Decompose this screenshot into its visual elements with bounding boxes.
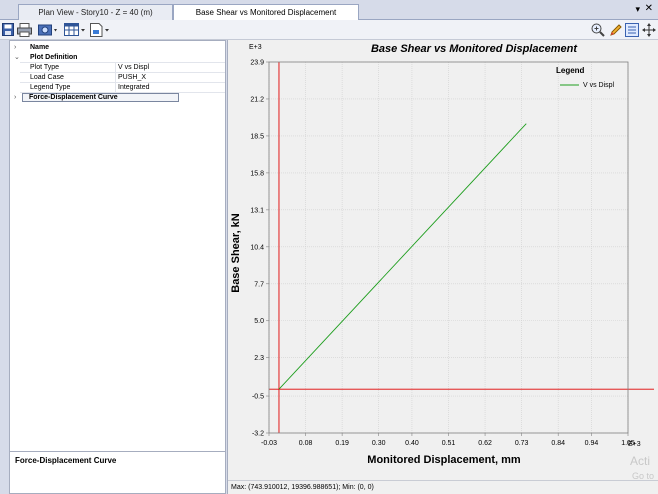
watermark-line2: Go to <box>632 471 655 481</box>
x-axis-label: Monitored Displacement, mm <box>367 454 521 466</box>
tab-plan-view[interactable]: Plan View - Story10 - Z = 40 (m) <box>18 4 173 20</box>
series-line-v-vs-displ <box>278 123 527 390</box>
y-tick-label: -3.2 <box>252 431 264 438</box>
prop-value[interactable]: V vs Displ <box>118 63 149 72</box>
y-tick-label: 23.9 <box>250 60 264 67</box>
x-scale-label: E+3 <box>628 441 641 448</box>
prop-value[interactable]: PUSH_X <box>118 73 146 82</box>
prop-group-force-displacement[interactable]: › Force-Displacement Curve <box>10 93 225 102</box>
group-label: Force-Displacement Curve <box>22 93 179 102</box>
collapsed-chevron-icon[interactable]: › <box>14 43 16 52</box>
y-tick-label: 21.2 <box>250 96 264 103</box>
group-label: Plot Definition <box>30 54 78 61</box>
property-description: Force-Displacement Curve <box>15 456 117 465</box>
x-tick-label: -0.03 <box>261 440 277 447</box>
panel-splitter[interactable] <box>10 451 225 452</box>
x-tick-label: 0.51 <box>442 440 456 447</box>
properties-icon[interactable] <box>625 23 639 37</box>
tab-strip: Plan View - Story10 - Z = 40 (m) Base Sh… <box>0 0 658 20</box>
prop-key: Plot Type <box>30 64 60 71</box>
status-bar: Max: (743.910012, 19396.988651); Min: (0… <box>228 480 658 494</box>
prop-name-label: Name <box>30 44 50 51</box>
y-tick-label: 7.7 <box>254 281 264 288</box>
plot-canvas[interactable]: -0.03 0.08 0.19 0.30 0.40 0.51 0.62 0.73 0.84 0.9… <box>228 40 658 480</box>
plot-window: -0.03 0.08 0.19 0.30 0.40 0.51 0.62 0.73 0.84 0.9… <box>227 40 658 494</box>
grid <box>266 61 629 436</box>
property-panel: › Name ⌄ Plot Definition Plot Type V vs … <box>9 40 226 494</box>
app-window: Plan View - Story10 - Z = 40 (m) Base Sh… <box>0 0 658 494</box>
column-divider <box>115 62 116 93</box>
y-axis-label: Base Shear, kN <box>230 213 242 293</box>
x-tick-label: 0.73 <box>515 440 529 447</box>
watermark-line1: Acti <box>630 454 651 468</box>
x-tick-labels: -0.03 0.08 0.19 0.30 0.40 0.51 0.62 0.73 0.84 0.9… <box>261 440 635 447</box>
table-icon[interactable] <box>64 23 86 37</box>
series-layer <box>278 123 527 390</box>
expanded-chevron-icon[interactable]: ⌄ <box>14 53 20 62</box>
x-tick-label: 0.30 <box>372 440 386 447</box>
legend-entry-v-vs-displ: V vs Displ <box>583 82 615 89</box>
export-icon[interactable] <box>90 23 110 37</box>
collapsed-chevron-icon[interactable]: › <box>14 93 16 102</box>
y-tick-label: 13.1 <box>250 207 264 214</box>
pan-icon[interactable] <box>642 23 656 37</box>
tab-base-shear-plot[interactable]: Base Shear vs Monitored Displacement <box>173 4 359 20</box>
x-tick-label: 0.40 <box>405 440 419 447</box>
chart-title: Base Shear vs Monitored Displacement <box>371 43 578 55</box>
x-tick-label: 0.08 <box>299 440 313 447</box>
zoom-icon[interactable] <box>591 23 605 37</box>
plot-frame <box>268 61 629 434</box>
prop-row-load-case[interactable]: Load Case PUSH_X <box>10 73 225 82</box>
zero-axes <box>269 62 654 433</box>
x-tick-label: 0.94 <box>585 440 599 447</box>
prop-row-name[interactable]: › Name <box>10 43 225 52</box>
y-tick-label: 18.5 <box>250 133 264 140</box>
toolbar <box>0 20 658 40</box>
x-tick-label: 0.62 <box>478 440 492 447</box>
y-tick-label: -0.5 <box>252 394 264 401</box>
y-scale-label: E+3 <box>249 44 262 51</box>
legend: Legend V vs Displ <box>556 66 615 89</box>
camera-icon[interactable] <box>38 23 58 37</box>
save-icon[interactable] <box>2 23 14 37</box>
status-text: Max: (743.910012, 19396.988651); Min: (0… <box>231 484 374 491</box>
y-tick-label: 2.3 <box>254 355 264 362</box>
x-tick-label: 0.19 <box>335 440 349 447</box>
print-icon[interactable] <box>17 23 33 37</box>
prop-key: Legend Type <box>30 84 71 91</box>
y-tick-label: 5.0 <box>254 318 264 325</box>
prop-row-plot-type[interactable]: Plot Type V vs Displ <box>10 63 225 72</box>
x-tick-label: 0.84 <box>551 440 565 447</box>
y-tick-labels: 23.9 21.2 18.5 15.8 13.1 10.4 7.7 5.0 2.3 -0.5 -3.… <box>250 60 264 438</box>
close-window-icon[interactable]: ✕ <box>645 3 653 14</box>
y-tick-label: 10.4 <box>250 244 264 251</box>
prop-row-legend-type[interactable]: Legend Type Integrated <box>10 83 225 92</box>
window-list-dropdown-icon[interactable]: ▾ <box>635 4 640 15</box>
prop-key: Load Case <box>30 74 64 81</box>
legend-title: Legend <box>556 66 585 75</box>
y-tick-label: 15.8 <box>250 170 264 177</box>
prop-group-plot-definition[interactable]: ⌄ Plot Definition <box>10 53 225 62</box>
prop-value[interactable]: Integrated <box>118 83 150 92</box>
pencil-icon[interactable] <box>609 23 623 37</box>
